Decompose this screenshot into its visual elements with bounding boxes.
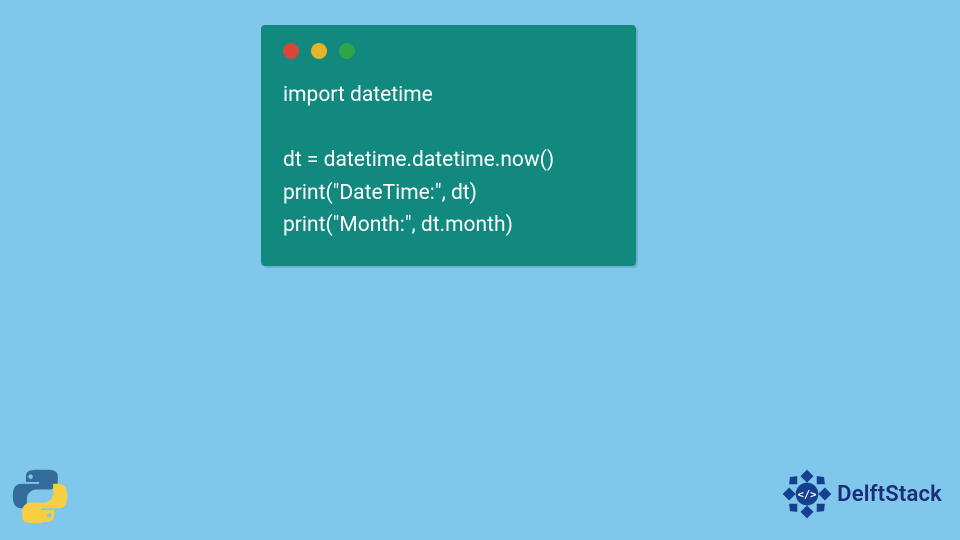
python-icon [10,466,70,526]
minimize-icon [311,43,327,59]
maximize-icon [339,43,355,59]
close-icon [283,43,299,59]
delftstack-logo: </> DelftStack [781,468,942,520]
delftstack-badge-text: </> [798,489,817,501]
window-traffic-lights [283,43,614,59]
delftstack-badge-icon: </> [781,468,833,520]
code-block: import datetime dt = datetime.datetime.n… [283,79,614,242]
brand-name: DelftStack [837,482,942,507]
code-window: import datetime dt = datetime.datetime.n… [261,25,636,266]
